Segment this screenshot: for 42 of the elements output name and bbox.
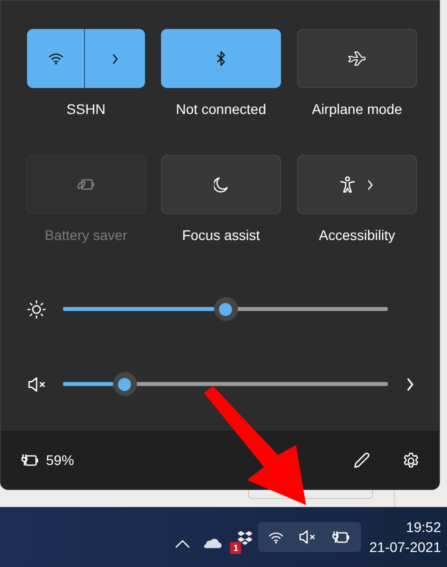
tile-label: SSHN: [66, 100, 106, 119]
caret-up-icon: [174, 538, 190, 548]
tile-label: Focus assist: [182, 226, 260, 245]
battery-charging-icon: [21, 454, 40, 467]
quick-setting-tile[interactable]: [297, 29, 417, 88]
wifi-tile[interactable]: [27, 29, 145, 88]
tile-label: Battery saver: [44, 226, 128, 245]
settings-icon: [402, 452, 420, 470]
battery-percentage: 59%: [46, 451, 74, 470]
tile-label: Accessibility: [318, 226, 396, 245]
quick-setting-tile[interactable]: [161, 155, 281, 214]
battery-leaf-icon: [76, 178, 96, 191]
tray-app-button[interactable]: 1: [230, 530, 252, 554]
chevron-icon: [112, 54, 118, 64]
tile-label: Not connected: [176, 100, 266, 119]
notification-badge: 1: [230, 542, 242, 554]
pencil-icon: [352, 451, 370, 470]
slider[interactable]: [63, 372, 388, 396]
clock-time: 19:52: [406, 518, 441, 537]
tile-label: Airplane mode: [312, 100, 402, 119]
slider-thumb[interactable]: [214, 297, 238, 321]
cloud-tray-icon-button[interactable]: [201, 537, 222, 549]
battery-charging-icon: [332, 530, 352, 544]
cloud-icon: [201, 537, 222, 549]
slider[interactable]: [63, 297, 388, 321]
quick-setting-tile[interactable]: [297, 155, 417, 214]
boxes-icon: [238, 530, 252, 546]
wifi-icon: [268, 530, 284, 544]
slider-thumb[interactable]: [112, 372, 137, 396]
bluetooth-icon: [216, 51, 226, 66]
airplane-icon: [346, 50, 368, 66]
clock-date: 21-07-2021: [369, 538, 441, 557]
quick-setting-tile[interactable]: [161, 29, 281, 88]
moon-icon: [214, 176, 228, 192]
wifi-icon: [48, 52, 64, 65]
chevron-icon: [406, 378, 415, 390]
volume-output-button[interactable]: [406, 378, 415, 390]
sun-icon: [27, 300, 46, 318]
clock-button[interactable]: 19:52 21-07-2021: [369, 517, 441, 557]
system-tray-button[interactable]: [258, 522, 362, 552]
chevron-icon: [367, 180, 374, 190]
person-icon: [340, 176, 356, 193]
